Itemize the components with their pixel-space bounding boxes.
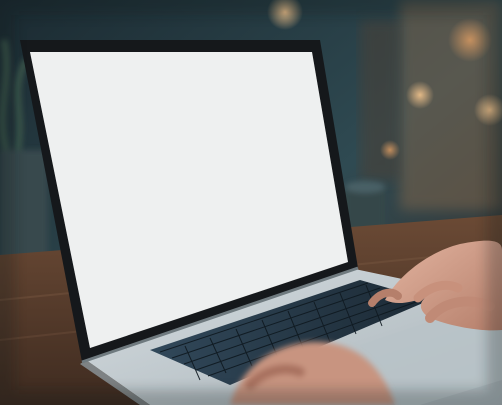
bokeh-light xyxy=(380,140,400,160)
photo-scene xyxy=(0,0,502,405)
bokeh-light xyxy=(448,18,492,62)
photo-illustration xyxy=(0,0,502,405)
bokeh-light xyxy=(406,81,434,109)
